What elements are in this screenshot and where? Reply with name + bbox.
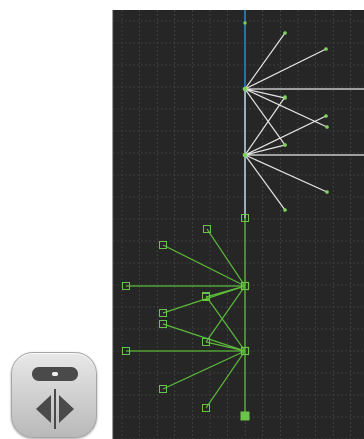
- indicator-pill: [32, 367, 78, 381]
- upper-branch-tip: [283, 31, 287, 35]
- canvas-background: [113, 10, 364, 439]
- upper-branch-tip: [283, 95, 287, 99]
- mirror-flip-icon: [36, 389, 74, 429]
- upper-branch-tip: [324, 47, 328, 51]
- upper-branch-tip: [283, 143, 287, 147]
- upper-branch-tip: [283, 208, 287, 212]
- axis-top-node: [243, 21, 247, 25]
- upper-branch-tip: [324, 114, 328, 118]
- upper-branch-tip: [325, 190, 329, 194]
- mirror-tool-button[interactable]: [11, 352, 97, 438]
- upper-hub-node: [242, 86, 248, 92]
- root-handle: [240, 411, 250, 421]
- upper-branch-tip: [325, 125, 329, 129]
- app-stage: [0, 0, 364, 439]
- upper-hub-node: [242, 152, 248, 158]
